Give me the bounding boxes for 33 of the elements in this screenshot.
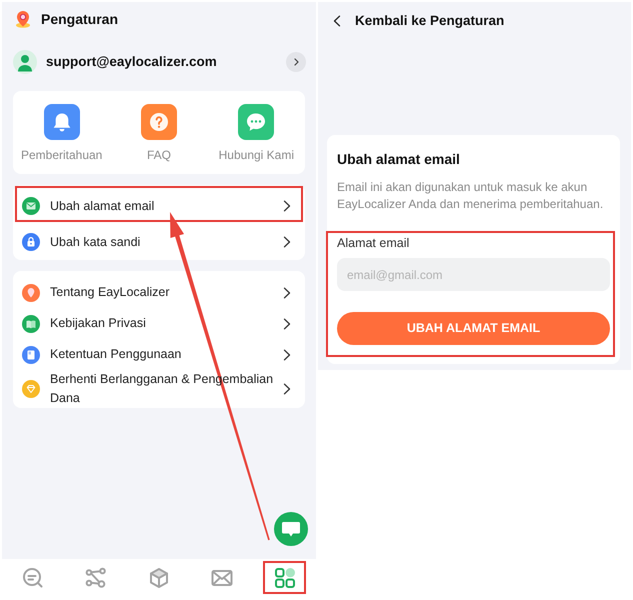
form-title: Ubah alamat email	[336, 150, 461, 169]
nav-tab[interactable]	[263, 561, 306, 594]
description-text: Email ini akan digunakan untuk masuk ke akun EayLocalizer Anda dan menerima pemberitahuan.	[336, 179, 604, 213]
back-chevron-icon	[333, 15, 341, 27]
field-label: Alamat email	[337, 235, 410, 251]
chevron-icon	[294, 58, 298, 66]
chevron-button[interactable]	[286, 52, 306, 72]
chevron-icon	[283, 286, 291, 298]
account-email: support@eaylocalizer.com	[46, 53, 218, 71]
chevron-icon	[283, 348, 291, 360]
chevron-icon	[283, 318, 291, 330]
avatar-icon	[13, 50, 37, 74]
page-title: Pengaturan	[41, 10, 118, 28]
speech-bubble-icon	[282, 522, 300, 536]
pin-icon	[22, 284, 40, 302]
grid-icon	[272, 566, 297, 590]
document-icon	[22, 346, 40, 364]
chat-bubble-icon	[238, 104, 274, 140]
chat-button[interactable]	[274, 512, 308, 546]
chevron-icon	[283, 383, 291, 395]
email-input[interactable]: email@gmail.com	[337, 258, 610, 291]
chevron-icon	[283, 236, 291, 248]
back-link[interactable]: Kembali ke Pengaturan	[333, 12, 504, 30]
chevron-icon	[283, 200, 291, 212]
envelope-icon	[22, 197, 40, 215]
book-icon	[22, 314, 40, 332]
menu-item[interactable]: Ubah alamat email	[15, 186, 303, 222]
location-pin-icon	[14, 10, 32, 28]
question-icon	[140, 104, 177, 140]
lock-icon	[22, 233, 40, 251]
search-icon	[21, 566, 46, 590]
bell-icon	[44, 104, 80, 140]
nodes-icon	[84, 566, 108, 590]
